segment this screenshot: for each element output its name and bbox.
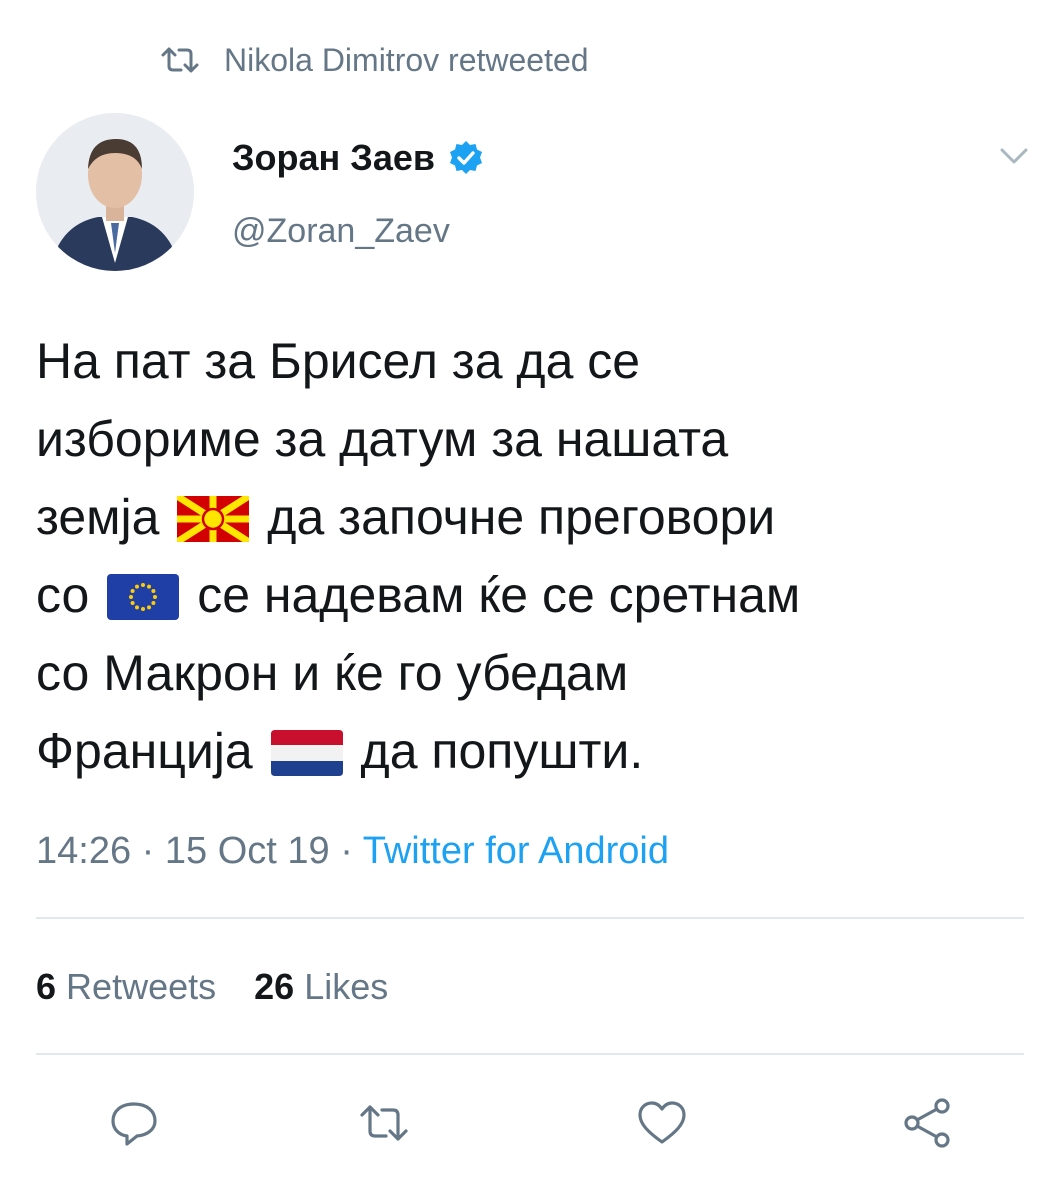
like-button[interactable] bbox=[634, 1095, 690, 1151]
retweets-stat[interactable]: 6 Retweets bbox=[36, 966, 216, 1008]
reply-button[interactable] bbox=[106, 1095, 162, 1151]
tweet-text-segment: земја bbox=[36, 489, 160, 545]
retweets-count: 6 bbox=[36, 966, 57, 1007]
meta-separator: · bbox=[340, 830, 353, 872]
author-name-row[interactable]: Зоран Заев bbox=[232, 137, 485, 179]
flag-european-union-icon bbox=[107, 574, 180, 620]
likes-label: Likes bbox=[304, 966, 389, 1007]
tweet-text-segment: да попушти. bbox=[360, 723, 644, 779]
tweet-text-segment: со bbox=[36, 567, 90, 623]
tweet-date[interactable]: 15 Oct 19 bbox=[165, 830, 330, 872]
tweet-line: со се надевам ќе се сретнам bbox=[36, 556, 1036, 634]
tweet-meta: 14:26 · 15 Oct 19 · Twitter for Android bbox=[36, 830, 669, 873]
tweet-line: земја да започне преговори bbox=[36, 478, 1036, 556]
chevron-down-icon[interactable] bbox=[998, 144, 1030, 168]
tweet-line: Франција да попушти. bbox=[36, 712, 1036, 790]
author-handle[interactable]: @Zoran_Zaev bbox=[232, 212, 450, 251]
tweet-text-segment: избориме за датум за нашата bbox=[36, 411, 729, 467]
flag-netherlands-icon bbox=[270, 730, 343, 776]
profile-photo bbox=[36, 113, 194, 271]
tweet-text-segment: да започне преговори bbox=[267, 489, 776, 545]
tweet-time[interactable]: 14:26 bbox=[36, 830, 131, 872]
tweet-text-segment: се надевам ќе се сретнам bbox=[197, 567, 801, 623]
tweet-line: избориме за датум за нашата bbox=[36, 400, 1036, 478]
flag-north-macedonia-icon bbox=[177, 496, 250, 542]
tweet-line: На пат за Брисел за да се bbox=[36, 322, 1036, 400]
tweet-line: со Макрон и ќе го убедам bbox=[36, 634, 1036, 712]
tweet-source-link[interactable]: Twitter for Android bbox=[363, 830, 669, 872]
tweet-stats: 6 Retweets 26 Likes bbox=[36, 966, 388, 1008]
retweet-button[interactable] bbox=[356, 1095, 412, 1151]
likes-count: 26 bbox=[254, 966, 295, 1007]
retweets-label: Retweets bbox=[66, 966, 217, 1007]
action-bar bbox=[0, 1095, 1060, 1155]
tweet-text: На пат за Брисел за да се избориме за да… bbox=[36, 322, 1036, 790]
share-button[interactable] bbox=[900, 1095, 956, 1151]
like-icon bbox=[638, 1101, 686, 1144]
share-icon bbox=[904, 1098, 950, 1148]
reply-icon bbox=[111, 1102, 157, 1146]
divider bbox=[36, 1053, 1024, 1055]
tweet-text-segment: Франција bbox=[36, 723, 253, 779]
tweet-text-segment: На пат за Брисел за да се bbox=[36, 333, 641, 389]
retweet-icon bbox=[161, 47, 199, 73]
verified-badge-icon bbox=[450, 141, 483, 174]
retweet-icon bbox=[360, 1105, 408, 1141]
tweet-text-segment: со Макрон и ќе го убедам bbox=[36, 645, 629, 701]
divider bbox=[36, 917, 1024, 919]
retweet-context[interactable]: Nikola Dimitrov retweeted bbox=[160, 40, 589, 80]
likes-stat[interactable]: 26 Likes bbox=[254, 966, 388, 1008]
avatar[interactable] bbox=[36, 113, 194, 271]
meta-separator: · bbox=[141, 830, 155, 872]
display-name[interactable]: Зоран Заев bbox=[232, 137, 435, 179]
retweeted-by-text: Nikola Dimitrov retweeted bbox=[224, 41, 589, 78]
